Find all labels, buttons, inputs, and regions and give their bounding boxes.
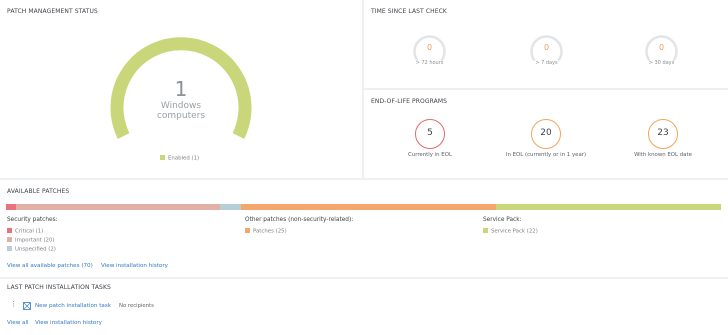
gauge-7d-value[interactable]: 0 (527, 43, 567, 52)
legend-service-pack-label: Service Pack (22) (491, 228, 538, 235)
other-title: Other patches (non-security-related): (245, 217, 354, 223)
patches-swatch (245, 228, 250, 233)
legend-critical-label: Critical (1) (15, 228, 44, 235)
gauge-30d-value[interactable]: 0 (642, 43, 682, 52)
unspecified-swatch (7, 246, 12, 251)
legend-unspecified[interactable]: Unspecified (2) (7, 246, 56, 253)
time-since-panel: TIME SINCE LAST CHECK 0 > 72 hours 0 > 7… (364, 0, 728, 88)
critical-swatch (7, 228, 12, 233)
available-patches-panel: AVAILABLE PATCHES Security patches: Crit… (0, 180, 728, 277)
task-name-link[interactable]: New patch installation task (35, 303, 111, 309)
view-all-tasks-link[interactable]: View all (7, 320, 29, 326)
security-title: Security patches: (7, 217, 58, 223)
patch-status-panel: PATCH MANAGEMENT STATUS 1 Windows comput… (0, 0, 362, 178)
enabled-legend-label: Enabled (1) (168, 155, 200, 162)
legend-unspecified-label: Unspecified (2) (15, 246, 56, 253)
panel-title: AVAILABLE PATCHES (7, 188, 70, 195)
bar-segment-critical[interactable] (6, 204, 17, 210)
panel-title: LAST PATCH INSTALLATION TASKS (7, 284, 111, 291)
enabled-legend[interactable]: Enabled (1) (160, 155, 199, 162)
important-swatch (7, 237, 12, 242)
view-all-patches-link[interactable]: View all available patches (70) (7, 263, 93, 269)
panel-title: END-OF-LIFE PROGRAMS (371, 98, 448, 105)
eol-year-count[interactable]: 20 (531, 119, 561, 149)
legend-patches[interactable]: Patches (25) (245, 228, 287, 235)
legend-important[interactable]: Important (20) (7, 237, 55, 244)
task-icon (23, 302, 31, 310)
view-task-history-link[interactable]: View installation history (35, 320, 102, 326)
computer-count[interactable]: 1 (141, 77, 221, 101)
gauge-7d-label: > 7 days (535, 60, 558, 66)
legend-critical[interactable]: Critical (1) (7, 228, 43, 235)
bar-segment-service-pack[interactable] (496, 204, 721, 210)
eol-panel: END-OF-LIFE PROGRAMS 5 Currently in EOL … (364, 90, 728, 178)
eol-known-count[interactable]: 23 (648, 119, 678, 149)
computer-label-line1: Windows (160, 101, 202, 111)
eol-current-count[interactable]: 5 (415, 119, 445, 149)
legend-patches-label: Patches (25) (253, 228, 287, 235)
computer-label-line2: computers (156, 111, 206, 121)
patch-distribution-bar[interactable] (6, 204, 721, 210)
tasks-panel: LAST PATCH INSTALLATION TASKS ⋮ New patc… (0, 279, 728, 335)
service-pack-swatch (483, 228, 488, 233)
task-menu-icon[interactable]: ⋮ (10, 301, 17, 308)
bar-segment-unspecified[interactable] (220, 204, 241, 210)
legend-service-pack[interactable]: Service Pack (22) (483, 228, 538, 235)
eol-current-label: Currently in EOL (408, 152, 452, 158)
bar-segment-important[interactable] (16, 204, 221, 210)
enabled-swatch (160, 155, 165, 160)
eol-known-label: With known EOL date (634, 152, 692, 158)
bar-segment-patches[interactable] (240, 204, 497, 210)
gauge-72h-label: > 72 hours (415, 60, 444, 66)
task-recipients: No recipients (119, 303, 154, 309)
gauge-30d-label: > 30 days (648, 60, 675, 66)
sp-title: Service Pack: (483, 217, 522, 223)
gauge-72h-value[interactable]: 0 (410, 43, 450, 52)
eol-year-label: In EOL (currently or in 1 year) (505, 152, 587, 158)
legend-important-label: Important (20) (15, 237, 55, 244)
view-installation-history-link[interactable]: View installation history (101, 263, 168, 269)
